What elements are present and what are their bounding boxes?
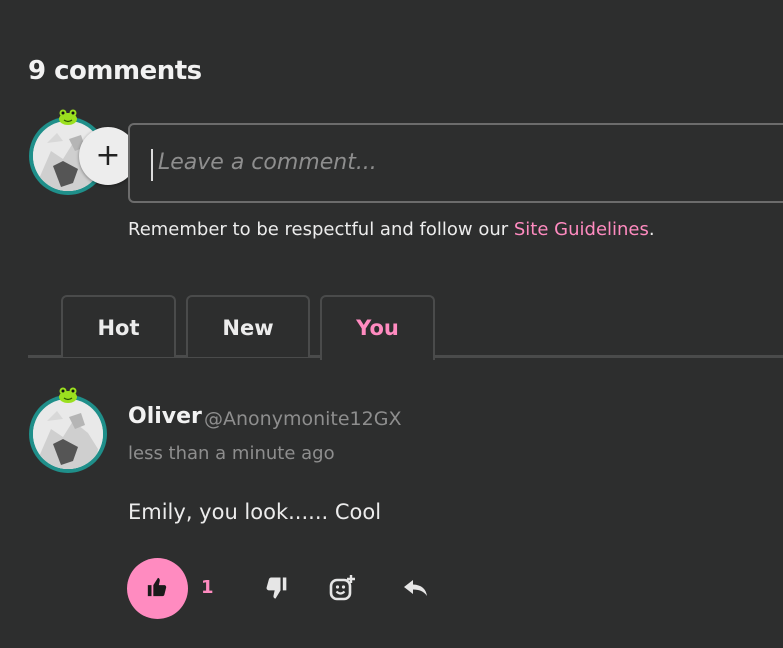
like-count: 1 — [201, 577, 214, 598]
comment-timestamp: less than a minute ago — [128, 443, 335, 464]
commenter-name[interactable]: Oliver — [128, 404, 202, 429]
frog-badge-icon — [59, 387, 77, 403]
comment-input-placeholder: Leave a comment... — [158, 150, 377, 175]
tab-you[interactable]: You — [320, 295, 435, 360]
tab-hot[interactable]: Hot — [61, 295, 176, 357]
tab-new[interactable]: New — [186, 295, 310, 357]
like-button[interactable] — [127, 558, 188, 619]
commenter-avatar[interactable] — [29, 387, 107, 473]
guidelines-notice: Remember to be respectful and follow our… — [128, 219, 655, 240]
thumbs-up-icon — [147, 577, 167, 597]
reply-icon[interactable] — [402, 574, 430, 602]
site-guidelines-link[interactable]: Site Guidelines — [514, 219, 649, 240]
thumbs-down-icon[interactable] — [263, 574, 291, 602]
comments-count-title: 9 comments — [28, 56, 202, 86]
guidelines-suffix: . — [648, 219, 655, 240]
add-reaction-icon[interactable] — [328, 574, 356, 602]
comment-input[interactable]: Leave a comment... — [128, 123, 783, 203]
plus-icon: + — [95, 138, 121, 173]
guidelines-text: Remember to be respectful and follow our — [128, 219, 514, 240]
commenter-handle[interactable]: @Anonymonite12GX — [204, 408, 401, 430]
text-caret — [151, 149, 153, 181]
comment-body: Emily, you look...... Cool — [128, 500, 382, 524]
frog-badge-icon — [59, 109, 77, 125]
